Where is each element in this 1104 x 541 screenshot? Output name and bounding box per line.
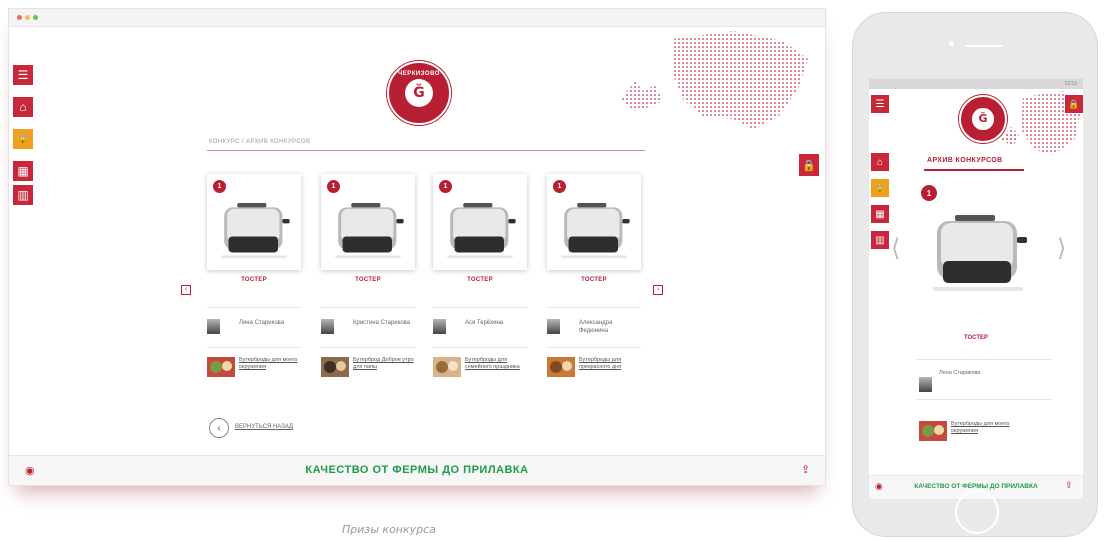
winner-name: Кристина Старикова [353,320,411,326]
grid-icon[interactable]: ▦ [871,205,889,223]
recipe-link[interactable]: Бутерброды для прекрасного дня [579,357,641,371]
recipe-link[interactable]: Бутерброды для семейного праздника [465,357,527,371]
prize-name: ТОСТЕР [355,277,381,283]
breadcrumb: КОНКУРС / АРХИВ КОНКУРСОВ [209,139,311,145]
grid-icon[interactable]: ▦ [13,161,33,181]
recipe-thumbnail [433,357,461,377]
prize-name: ТОСТЕР [581,277,607,283]
divider [547,347,641,348]
prev-arrow-button[interactable]: ‹ [181,285,191,295]
divider [547,307,641,308]
winner-avatar [547,319,560,334]
prize-card[interactable]: 1 [547,174,641,270]
divider [917,359,1051,360]
divider [321,307,415,308]
winner-avatar [433,319,446,334]
logo-emblem: Ğ [972,108,994,130]
recipe-thumbnail [207,357,235,377]
maximize-window-button[interactable] [33,15,38,20]
next-chevron-icon[interactable]: ⟩ [1057,234,1066,262]
phone-speaker [965,45,1003,47]
home-button[interactable] [955,490,999,534]
breadcrumb-underline [207,150,645,151]
divider [207,307,301,308]
divider [433,307,527,308]
winner-name: Ася Терёхина [465,320,504,326]
home-icon[interactable]: ⌂ [871,153,889,171]
close-window-button[interactable] [17,15,22,20]
phone-screen: 12:53 ☰ 🔒 Ğ АРХИВ КОНКУРСОВ ⌂ 🔒 ▦ ▥ ⟨ ⟩ … [869,79,1083,499]
winner-name: Лена Старикова [939,370,981,376]
toaster-image [335,203,404,259]
lock-icon[interactable]: 🔒 [799,154,819,176]
winner-name: Александра Федюнина [579,320,613,334]
prize-card[interactable]: 1 [321,174,415,270]
home-icon[interactable]: ⌂ [13,97,33,117]
share-icon[interactable]: ⇪ [1065,480,1073,491]
lock-icon[interactable]: 🔒 [871,179,889,197]
phone-frame: 12:53 ☰ 🔒 Ğ АРХИВ КОНКУРСОВ ⌂ 🔒 ▦ ▥ ⟨ ⟩ … [852,12,1098,537]
chart-icon[interactable]: ▥ [13,185,33,205]
winner-avatar [321,319,334,334]
place-badge: 1 [921,185,937,201]
window-titlebar [9,9,825,27]
toaster-image [561,203,630,259]
recipe-thumbnail [547,357,575,377]
menu-icon[interactable]: ☰ [871,95,889,113]
stage: ☰ ⌂ 🔒 ▦ ▥ ЧЕРКИЗОВО Ğ КОНКУРС / АРХИВ КО… [0,0,1104,541]
footer-slogan: КАЧЕСТВО ОТ ФЕРМЫ ДО ПРИЛАВКА [305,464,529,476]
recipe-link[interactable]: Бутерброд Доброе утро для папы [353,357,415,371]
decorative-map-pattern [621,31,808,129]
phone-camera [949,41,954,46]
recipe-link[interactable]: Бутерброды для моего окружения [239,357,301,371]
logo-emblem: Ğ [404,78,434,108]
chart-icon[interactable]: ▥ [871,231,889,249]
next-arrow-button[interactable]: › [653,285,663,295]
brand-logo[interactable]: Ğ [959,95,1007,143]
divider [207,347,301,348]
prev-chevron-icon[interactable]: ⟨ [891,234,900,262]
menu-icon[interactable]: ☰ [13,65,33,85]
prize-card[interactable]: 1 [207,174,301,270]
recipe-thumbnail [321,357,349,377]
prize-card[interactable]: 1 [433,174,527,270]
winner-name: Лена Старикова [239,320,285,326]
logo-brand-text: ЧЕРКИЗОВО [398,71,440,77]
recipe-link[interactable]: Бутерброды для моего окружения [951,421,1013,435]
prize-name: ТОСТЕР [241,277,267,283]
title-underline [924,169,1024,171]
toaster-image [447,203,516,259]
prize-name: ТОСТЕР [963,335,989,341]
winner-avatar [919,377,932,392]
lock-icon[interactable]: 🔒 [13,129,33,149]
divider [321,347,415,348]
desktop-window: ☰ ⌂ 🔒 ▦ ▥ ЧЕРКИЗОВО Ğ КОНКУРС / АРХИВ КО… [8,8,826,486]
status-bar: 12:53 [869,79,1083,89]
lock-icon[interactable]: 🔒 [1065,95,1083,113]
winner-avatar [207,319,220,334]
divider [917,399,1051,400]
footer-bar: ◉ КАЧЕСТВО ОТ ФЕРМЫ ДО ПРИЛАВКА ⇪ [9,455,825,485]
recipe-thumbnail [919,421,947,441]
back-arrow-icon[interactable]: ‹ [209,418,229,438]
brand-logo[interactable]: ЧЕРКИЗОВО Ğ [387,61,451,125]
toaster-image [933,215,1027,291]
page-title: АРХИВ КОНКУРСОВ [927,157,1003,164]
footer-slogan: КАЧЕСТВО ОТ ФЕРМЫ ДО ПРИЛАВКА [914,483,1038,490]
toaster-image [221,203,290,259]
caption: Призы конкурса [342,523,436,536]
prize-name: ТОСТЕР [467,277,493,283]
share-icon[interactable]: ⇪ [801,463,810,476]
minimize-window-button[interactable] [25,15,30,20]
back-link[interactable]: ВЕРНУТЬСЯ НАЗАД [235,424,293,430]
divider [433,347,527,348]
